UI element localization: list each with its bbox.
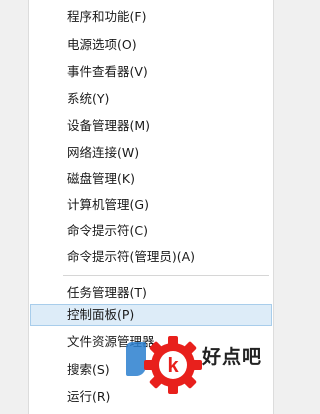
svg-text:k: k	[167, 355, 179, 377]
menu-item-command-prompt-admin[interactable]: 命令提示符(管理员)(A)	[30, 246, 272, 268]
menu-item-control-panel[interactable]: 控制面板(P)	[30, 304, 272, 326]
menu-item-programs-features[interactable]: 程序和功能(F)	[30, 6, 272, 28]
gear-icon: k	[144, 336, 202, 394]
menu-item-network-connections[interactable]: 网络连接(W)	[30, 142, 272, 164]
menu-separator	[63, 275, 269, 276]
gear-tooth	[188, 360, 202, 370]
menu-item-disk-management[interactable]: 磁盘管理(K)	[30, 168, 272, 190]
gear-tooth	[144, 360, 158, 370]
gear-tooth	[168, 380, 178, 394]
menu-item-computer-management[interactable]: 计算机管理(G)	[30, 194, 272, 216]
menu-item-system[interactable]: 系统(Y)	[30, 88, 272, 110]
menu-item-command-prompt[interactable]: 命令提示符(C)	[30, 220, 272, 242]
menu-item-device-manager[interactable]: 设备管理器(M)	[30, 115, 272, 137]
watermark-logo: k 好点吧	[126, 330, 274, 410]
gear-tooth	[168, 336, 178, 350]
menu-item-event-viewer[interactable]: 事件查看器(V)	[30, 61, 272, 83]
watermark-text: 好点吧	[202, 346, 263, 368]
menu-item-power-options[interactable]: 电源选项(O)	[30, 34, 272, 56]
menu-item-task-manager[interactable]: 任务管理器(T)	[30, 282, 272, 304]
